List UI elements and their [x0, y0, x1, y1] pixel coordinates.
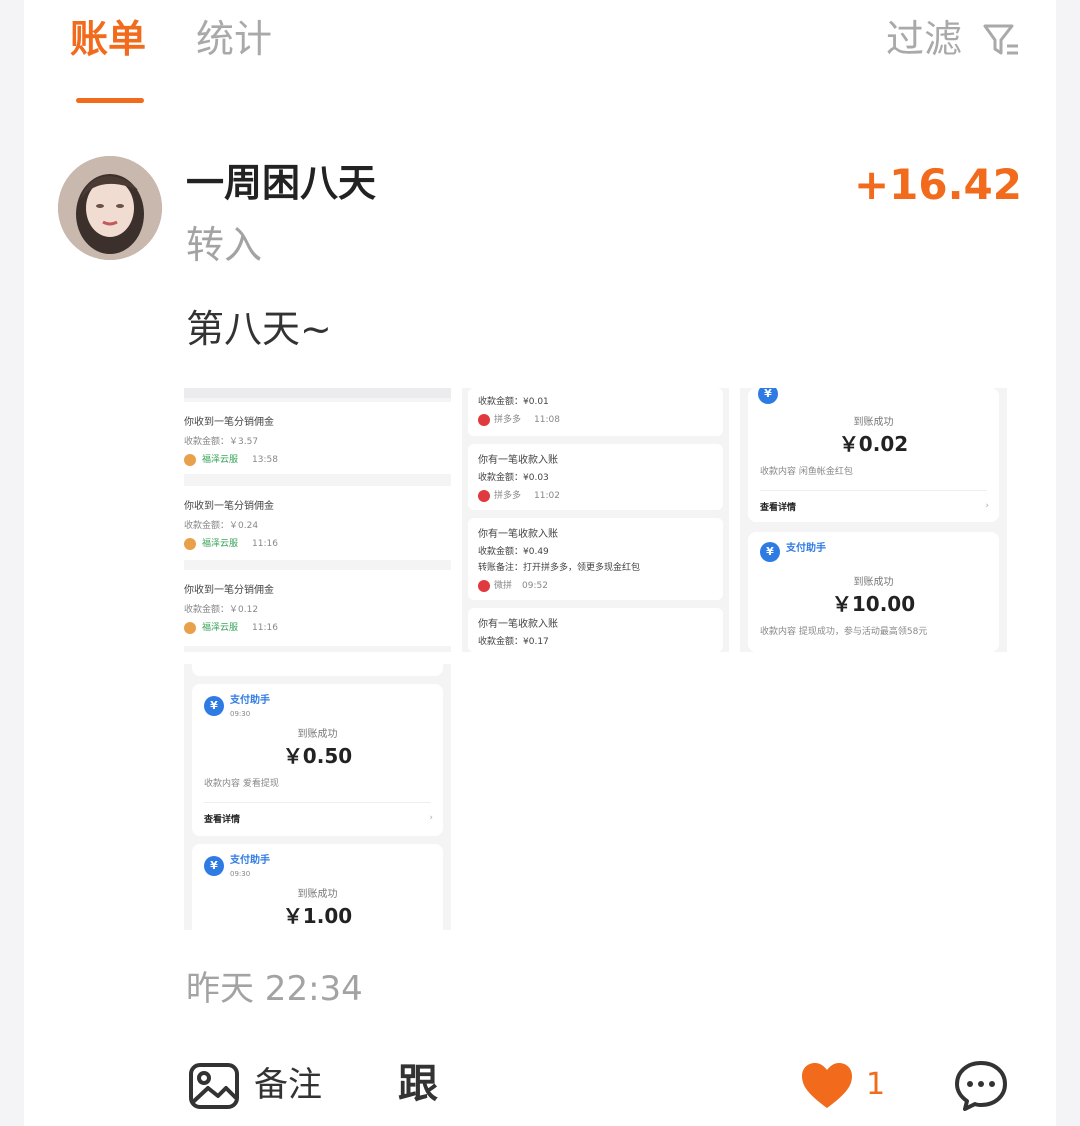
list-item-title: 你有一笔收款入账 — [478, 529, 558, 540]
image-icon[interactable] — [188, 1062, 240, 1110]
list-item-time: 11:16 — [252, 623, 278, 633]
payment-content: 收款内容 爱看提现 — [204, 779, 279, 789]
list-item-source: 福泽云服 — [202, 623, 239, 633]
pay-assistant-icon: ¥ — [204, 856, 224, 876]
list-item-time: 11:16 — [252, 539, 278, 549]
payment-amount: ￥0.50 — [282, 744, 353, 768]
pay-assistant-time: 09:30 — [230, 710, 251, 718]
payment-content: 收款内容 闲鱼帐金红包 — [760, 467, 853, 477]
list-item-source: 拼多多 — [494, 491, 522, 501]
payment-content: 收款内容 提现成功，参与活动最高领58元 — [760, 627, 928, 637]
list-item-time: 13:58 — [252, 455, 278, 465]
chevron-right-icon: › — [429, 813, 433, 823]
bill-card: 账单 统计 过滤 一周困八天 +16.42 转入 第八天~ 你收到一笔分销佣金 … — [24, 0, 1056, 1126]
remark-button[interactable]: 备注 — [254, 1064, 322, 1106]
fuze-logo-icon — [184, 538, 196, 550]
screenshot-thumbnail-2[interactable]: 收款金额：¥0.01 拼多多 11:08 你有一笔收款入账 收款金额：¥0.03… — [462, 388, 729, 652]
payment-status: 到账成功 — [853, 577, 894, 588]
username[interactable]: 一周困八天 — [186, 160, 376, 206]
pay-assistant-icon: ¥ — [760, 542, 780, 562]
post-timestamp: 昨天 22:34 — [186, 969, 363, 1009]
list-item-title: 你收到一笔分销佣金 — [184, 501, 274, 512]
comment-icon[interactable] — [954, 1060, 1008, 1112]
list-item-amount: 收款金额：￥3.57 — [184, 437, 259, 447]
payment-amount: ￥10.00 — [831, 592, 916, 616]
pay-assistant-time: 09:30 — [230, 870, 251, 878]
transaction-type: 转入 — [186, 223, 263, 267]
view-details-link: 查看详情 — [760, 503, 797, 513]
list-item-remark: 转账备注：打开拼多多，领更多现金红包 — [478, 563, 641, 573]
list-item-time: 11:02 — [534, 491, 560, 501]
payment-amount: ￥0.02 — [838, 432, 909, 456]
list-item-amount: 收款金额：¥0.17 — [478, 637, 549, 647]
view-details-link: 查看详情 — [204, 815, 241, 825]
payment-amount: ￥1.00 — [282, 904, 353, 928]
pay-assistant-icon: ¥ — [758, 388, 778, 404]
list-item-title: 你有一笔收款入账 — [478, 619, 558, 630]
list-item-source: 微拼 — [494, 581, 513, 591]
list-item-amount: 收款金额：￥0.12 — [184, 605, 259, 615]
follow-button[interactable]: 跟 — [398, 1060, 438, 1108]
pdd-logo-icon — [478, 490, 490, 502]
list-item-title: 你收到一笔分销佣金 — [184, 585, 274, 596]
list-item-time: 11:08 — [534, 415, 560, 425]
pdd-logo-icon — [478, 580, 490, 592]
payment-status: 到账成功 — [297, 729, 338, 740]
list-item-title: 你收到一笔分销佣金 — [184, 417, 274, 428]
screenshot-thumbnail-1[interactable]: 你收到一笔分销佣金 收款金额：￥3.57 福泽云服 13:58 你收到一笔分销佣… — [184, 388, 451, 652]
screenshot-thumbnail-3[interactable]: ¥ 到账成功 ￥0.02 收款内容 闲鱼帐金红包 查看详情 › ¥ 支付助手 到… — [740, 388, 1007, 652]
pdd-logo-icon — [478, 414, 490, 426]
list-item-amount: 收款金额：¥0.01 — [478, 397, 549, 407]
list-item-source: 拼多多 — [494, 415, 522, 425]
list-item-amount: 收款金额：¥0.49 — [478, 547, 549, 557]
list-item-amount: 收款金额：￥0.24 — [184, 521, 259, 531]
heart-icon[interactable] — [800, 1062, 854, 1110]
list-item-title: 你有一笔收款入账 — [478, 455, 558, 466]
list-item-source: 福泽云服 — [202, 455, 239, 465]
pay-assistant-icon: ¥ — [204, 696, 224, 716]
list-item-time: 09:52 — [522, 581, 548, 591]
avatar[interactable] — [58, 156, 162, 260]
pay-assistant-title: 支付助手 — [230, 695, 270, 706]
filter-icon[interactable] — [982, 22, 1020, 58]
pay-assistant-title: 支付助手 — [786, 543, 826, 554]
payment-status: 到账成功 — [297, 889, 338, 900]
like-count: 1 — [866, 1067, 886, 1102]
chevron-right-icon: › — [985, 501, 989, 511]
payment-status: 到账成功 — [853, 417, 894, 428]
fuze-logo-icon — [184, 622, 196, 634]
transaction-amount: +16.42 — [853, 160, 1022, 209]
screenshot-thumbnail-4[interactable]: ¥ 支付助手 09:30 到账成功 ￥0.50 收款内容 爱看提现 查看详情 ›… — [184, 664, 451, 930]
fuze-logo-icon — [184, 454, 196, 466]
tab-stats[interactable]: 统计 — [196, 16, 272, 62]
pay-assistant-title: 支付助手 — [230, 855, 270, 866]
list-item-amount: 收款金额：¥0.03 — [478, 473, 549, 483]
filter-button[interactable]: 过滤 — [886, 16, 962, 62]
post-note: 第八天~ — [186, 307, 332, 351]
tab-indicator — [76, 98, 144, 103]
list-item-source: 福泽云服 — [202, 539, 239, 549]
tab-bill[interactable]: 账单 — [70, 16, 146, 62]
